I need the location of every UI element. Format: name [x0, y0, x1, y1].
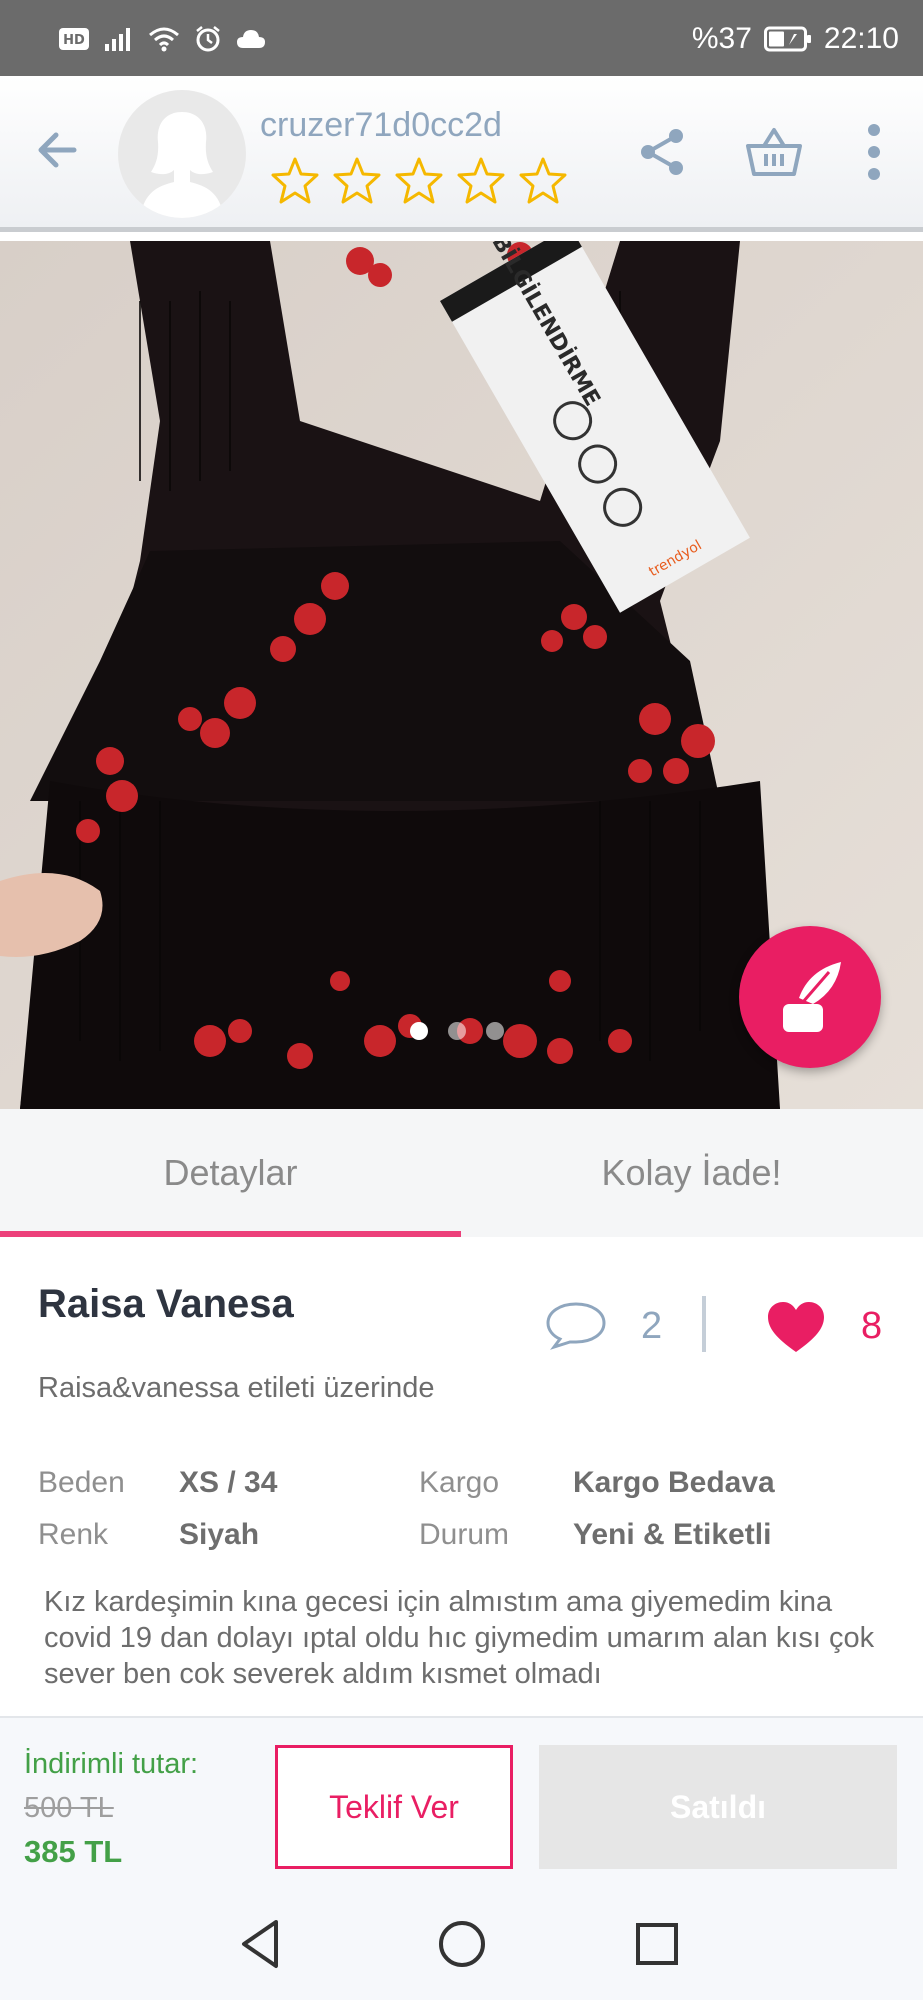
product-title: Raisa Vanesa — [38, 1282, 294, 1326]
quill-pen-icon — [783, 962, 841, 1032]
make-offer-button[interactable]: Teklif Ver — [275, 1745, 513, 1869]
cloud-icon — [237, 30, 265, 48]
shipping-value: Kargo Bedava — [573, 1466, 775, 1499]
share-icon[interactable] — [632, 122, 692, 182]
image-carousel-dots[interactable] — [410, 1022, 504, 1040]
tab-easy-return[interactable]: Kolay İade! — [461, 1109, 922, 1237]
comment-count[interactable]: 2 — [641, 1305, 662, 1348]
basket-icon[interactable] — [744, 122, 804, 182]
seller-rating — [270, 156, 568, 206]
size-label: Beden — [38, 1466, 125, 1499]
star-icon — [395, 157, 443, 204]
star-icon — [457, 157, 505, 204]
shipping-label: Kargo — [419, 1466, 500, 1499]
heart-icon[interactable] — [766, 1300, 826, 1354]
avatar-placeholder-icon — [140, 112, 224, 218]
star-icon — [333, 157, 381, 204]
comment-icon[interactable] — [544, 1300, 608, 1350]
condition-value: Yeni & Etiketli — [573, 1518, 772, 1551]
like-count[interactable]: 8 — [861, 1305, 882, 1348]
product-description: Kız kardeşimin kına gecesi için almıstım… — [44, 1586, 875, 1690]
tab-details[interactable]: Detaylar — [0, 1109, 461, 1237]
sold-button[interactable]: Satıldı — [539, 1745, 897, 1869]
nav-recents-icon[interactable] — [625, 1912, 689, 1976]
color-label: Renk — [38, 1518, 109, 1551]
svg-text:HD: HD — [63, 33, 85, 48]
condition-label: Durum — [419, 1518, 510, 1551]
seller-header: cruzer71d0cc2d — [0, 76, 923, 232]
star-icon — [519, 157, 567, 204]
size-value: XS / 34 — [179, 1466, 278, 1499]
status-icons-right: %37 22:10 — [692, 20, 899, 58]
seller-username[interactable]: cruzer71d0cc2d — [260, 106, 502, 145]
carousel-dot[interactable] — [448, 1022, 466, 1040]
battery-icon — [763, 26, 811, 52]
quill-pen-button[interactable] — [739, 926, 881, 1068]
nav-home-icon[interactable] — [430, 1912, 494, 1976]
carousel-dot[interactable] — [486, 1022, 504, 1040]
product-subtitle: Raisa&vanessa etileti üzerinde — [38, 1372, 435, 1404]
more-vertical-icon[interactable] — [844, 122, 904, 182]
nav-back-icon[interactable] — [230, 1912, 294, 1976]
active-tab-indicator — [0, 1231, 461, 1237]
detail-tabs: Detaylar Kolay İade! — [0, 1109, 923, 1237]
alarm-icon — [196, 26, 220, 52]
old-price: 500 TL — [24, 1792, 114, 1824]
status-icons-left: HD — [58, 22, 266, 56]
battery-percent: %37 — [691, 22, 752, 55]
back-arrow-icon[interactable] — [30, 122, 86, 178]
avatar[interactable] — [118, 90, 246, 218]
wifi-icon — [149, 27, 179, 52]
stats-divider — [702, 1296, 706, 1352]
carousel-dot[interactable] — [410, 1022, 428, 1040]
status-bar: HD %37 22:10 — [0, 0, 923, 76]
clock-time: 22:10 — [823, 22, 899, 55]
star-icon — [271, 157, 319, 204]
discounted-price: 385 TL — [24, 1834, 123, 1869]
system-nav-bar — [0, 1890, 923, 2000]
hd-icon: HD — [59, 28, 89, 50]
signal-icon — [105, 28, 130, 51]
discount-label: İndirimli tutar: — [24, 1748, 199, 1780]
color-value: Siyah — [179, 1518, 260, 1551]
